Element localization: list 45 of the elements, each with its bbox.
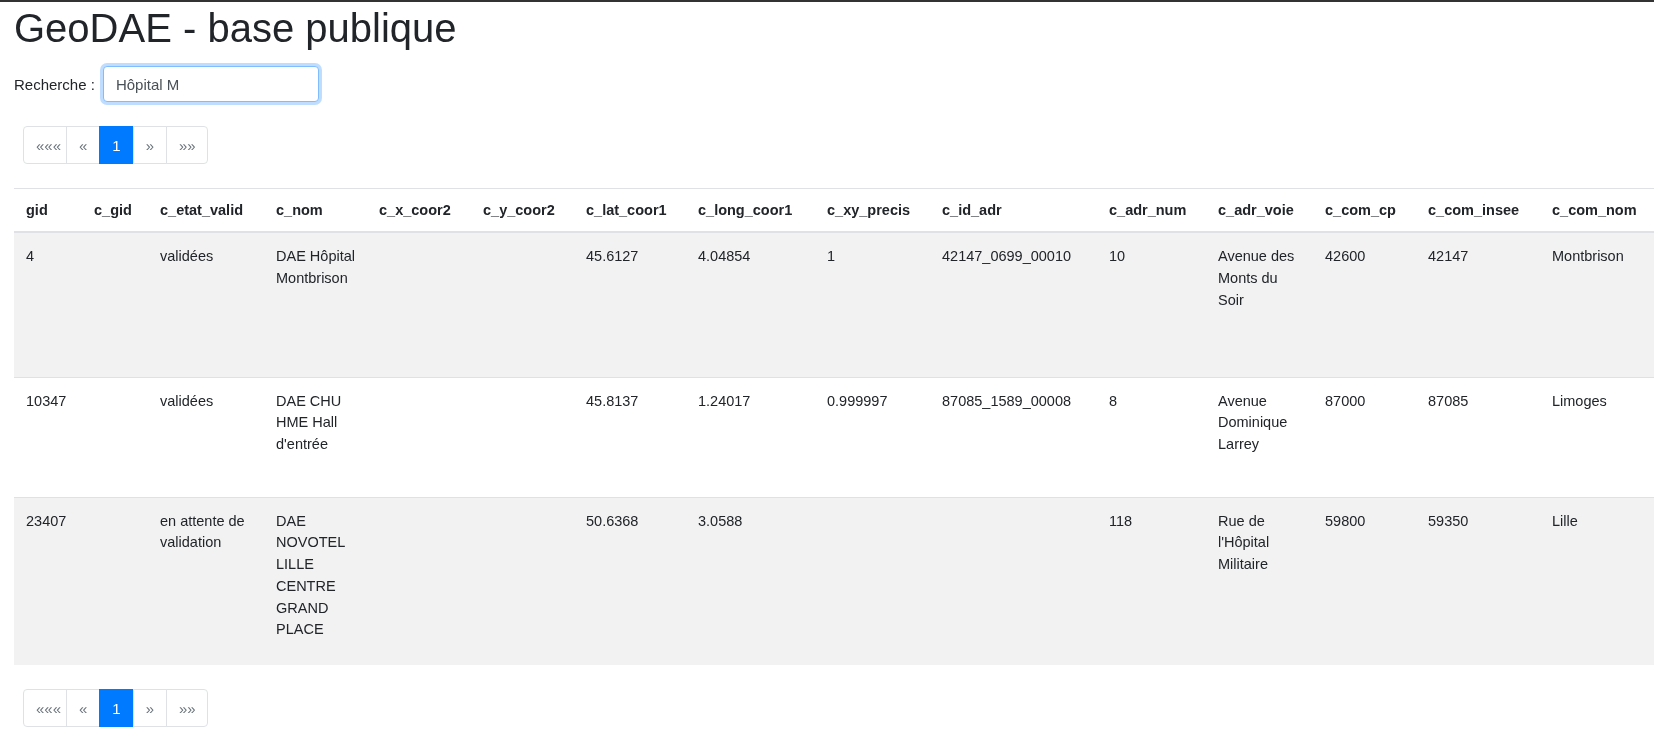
table-cell: en attente de validation (160, 512, 245, 551)
table-cell: 87085_1589_00008 (942, 392, 1072, 409)
table-cell: 1.24017 (698, 392, 751, 409)
page-button[interactable]: ««« (23, 126, 67, 164)
table-cell: 87085 (1428, 392, 1469, 409)
page-button[interactable]: 1 (99, 126, 134, 164)
table-cell: Rue de l'Hôpital Militaire (1218, 512, 1270, 572)
table-cell: 10 (1109, 248, 1126, 264)
table-cell: 42147 (1428, 248, 1469, 264)
table-cell: 10347 (26, 392, 67, 409)
table-cell: 50.6368 (586, 512, 639, 529)
table-cell: 42600 (1325, 248, 1366, 264)
table-cell: DAE CHU HME Hall d'entrée (276, 392, 342, 452)
table-cell: 59800 (1325, 512, 1366, 529)
table-cell: validées (160, 248, 214, 264)
table-cell: 59350 (1428, 512, 1469, 529)
table-cell: 0.999997 (827, 392, 888, 409)
table-cell: Limoges (1552, 392, 1607, 409)
table-cell: 8 (1109, 392, 1118, 409)
search-label: Recherche : (14, 75, 95, 93)
page-button[interactable]: »» (166, 689, 209, 727)
page-button[interactable]: « (66, 126, 101, 164)
table-cell: 23407 (26, 512, 67, 529)
page-button[interactable]: « (66, 689, 101, 727)
table-cell: 87000 (1325, 392, 1366, 409)
page-button[interactable]: 1 (99, 689, 134, 727)
table-cell: 45.6127 (586, 248, 639, 264)
table-cell: DAE Hôpital Montbrison (276, 248, 355, 286)
table-cell: Montbrison (1552, 248, 1624, 264)
table-cell: Avenue des Monts du Soir (1218, 248, 1295, 308)
page-button[interactable]: »» (166, 126, 209, 164)
table-cell: 45.8137 (586, 392, 639, 409)
table-cell: 1 (827, 248, 836, 264)
table-cell: 4 (26, 248, 35, 264)
table-cell: DAE NOVOTEL LILLE CENTRE GRAND PLACE (276, 512, 345, 638)
page-button[interactable]: ««« (23, 689, 67, 727)
page-title: GeoDAE - base publique (14, 5, 458, 52)
table-cell: 42147_0699_00010 (942, 248, 1072, 264)
table-cell: validées (160, 392, 214, 409)
table-cell: Avenue Dominique Larrey (1218, 392, 1288, 452)
table-cell: 3.0588 (698, 512, 743, 529)
search-field[interactable]: Hôpital M (102, 66, 319, 102)
table-cell: Lille (1552, 512, 1578, 529)
table-cell: 118 (1109, 512, 1133, 529)
table-cell: 4.04854 (698, 248, 751, 264)
